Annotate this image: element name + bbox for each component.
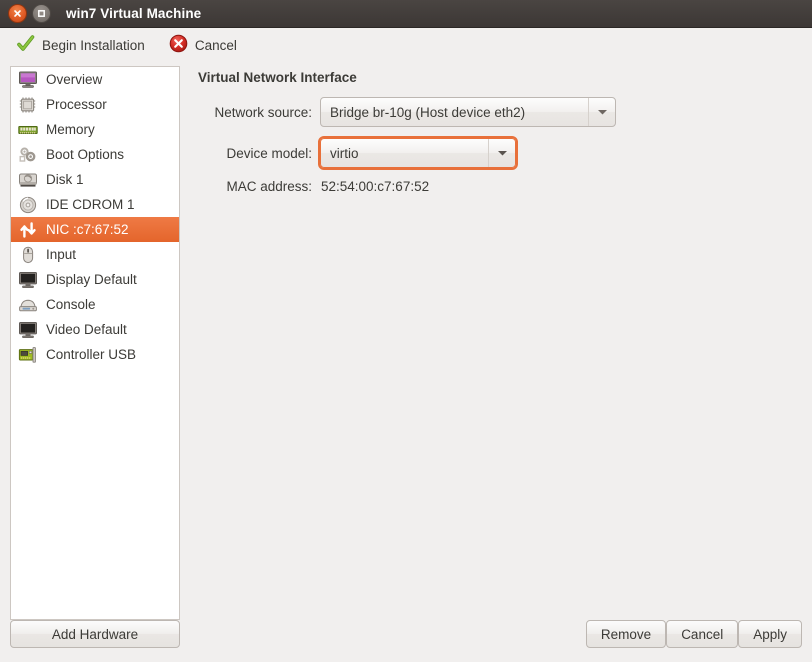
maximize-icon[interactable] (32, 4, 51, 23)
sidebar-item-label: IDE CDROM 1 (46, 197, 135, 212)
chevron-down-icon[interactable] (588, 98, 615, 126)
sidebar-item-label: Overview (46, 72, 103, 87)
network-source-select[interactable]: Bridge br-10g (Host device eth2) (320, 97, 616, 127)
video-monitor-icon (17, 320, 39, 340)
sidebar-item-label: Display Default (46, 272, 137, 287)
sidebar-item-controller-usb[interactable]: Controller USB (11, 342, 179, 367)
close-glyph (14, 10, 21, 17)
begin-installation-button[interactable]: Begin Installation (9, 32, 152, 58)
sidebar-item-label: Console (46, 297, 96, 312)
sidebar-item-video-default[interactable]: Video Default (11, 317, 179, 342)
sidebar-item-memory[interactable]: Memory (11, 117, 179, 142)
action-buttons: Remove Cancel Apply (180, 620, 802, 648)
sidebar-item-nic-c7-67-52[interactable]: NIC :c7:67:52 (11, 217, 179, 242)
close-icon[interactable] (8, 4, 27, 23)
hard-disk-icon (17, 170, 39, 190)
bottom-bar: Add Hardware Remove Cancel Apply (0, 620, 812, 662)
network-source-label: Network source: (214, 104, 312, 120)
hardware-sidebar: Overview Processor Memory Boot Options D… (10, 66, 180, 620)
mac-address-row: MAC address: 52:54:00:c7:67:52 (198, 179, 802, 194)
sidebar-item-label: NIC :c7:67:52 (46, 222, 129, 237)
window-title: win7 Virtual Machine (66, 6, 202, 21)
add-hardware-button[interactable]: Add Hardware (10, 620, 180, 648)
sidebar-item-console[interactable]: Console (11, 292, 179, 317)
pci-card-icon (17, 345, 39, 365)
chevron-down-icon[interactable] (488, 139, 515, 167)
green-check-icon (16, 34, 35, 56)
network-source-row: Network source: Bridge br-10g (Host devi… (198, 97, 802, 127)
begin-installation-label: Begin Installation (42, 37, 145, 53)
gears-icon (17, 145, 39, 165)
toolbar-cancel-label: Cancel (194, 37, 237, 53)
network-source-value: Bridge br-10g (Host device eth2) (330, 104, 526, 120)
sidebar-item-disk-1[interactable]: Disk 1 (11, 167, 179, 192)
mac-address-value: 52:54:00:c7:67:52 (321, 179, 430, 194)
sidebar-item-label: Memory (46, 122, 95, 137)
sidebar-item-display-default[interactable]: Display Default (11, 267, 179, 292)
sidebar-item-label: Disk 1 (46, 172, 84, 187)
sidebar-item-processor[interactable]: Processor (11, 92, 179, 117)
device-model-row: Device model: virtio (198, 136, 802, 170)
sidebar-item-overview[interactable]: Overview (11, 67, 179, 92)
mac-address-label: MAC address: (226, 179, 312, 194)
display-icon (17, 270, 39, 290)
sidebar-item-label: Boot Options (46, 147, 125, 162)
content-area: Overview Processor Memory Boot Options D… (0, 62, 812, 620)
mouse-icon (17, 245, 39, 265)
page-title: Virtual Network Interface (198, 70, 357, 85)
sidebar-item-ide-cdrom-1[interactable]: IDE CDROM 1 (11, 192, 179, 217)
details-pane: Virtual Network Interface Network source… (180, 66, 802, 620)
sidebar-item-label: Input (46, 247, 77, 262)
sidebar-item-label: Processor (46, 97, 107, 112)
monitor-overview-icon (17, 70, 39, 90)
toolbar-cancel-button[interactable]: Cancel (162, 32, 244, 58)
sidebar-item-label: Video Default (46, 322, 127, 337)
console-icon (17, 295, 39, 315)
sidebar-item-boot-options[interactable]: Boot Options (11, 142, 179, 167)
device-model-label: Device model: (226, 145, 312, 161)
remove-button[interactable]: Remove (585, 620, 667, 648)
ram-stick-icon (17, 120, 39, 140)
main-toolbar: Begin Installation Cancel (0, 28, 812, 62)
cpu-chip-icon (17, 95, 39, 115)
network-arrows-icon (17, 220, 39, 240)
chevron-down-glyph (597, 110, 607, 115)
maximize-glyph (38, 10, 45, 17)
add-hardware-area: Add Hardware (10, 620, 180, 648)
sidebar-item-input[interactable]: Input (11, 242, 179, 267)
red-x-circle-icon (169, 34, 188, 56)
sidebar-item-label: Controller USB (46, 347, 137, 362)
hardware-list[interactable]: Overview Processor Memory Boot Options D… (10, 66, 180, 620)
window-titlebar: win7 Virtual Machine (0, 0, 812, 28)
optical-disc-icon (17, 195, 39, 215)
device-model-value: virtio (330, 145, 359, 161)
chevron-down-glyph (497, 151, 507, 156)
cancel-button[interactable]: Cancel (666, 620, 739, 648)
device-model-select[interactable]: virtio (318, 136, 518, 170)
apply-button[interactable]: Apply (738, 620, 802, 648)
